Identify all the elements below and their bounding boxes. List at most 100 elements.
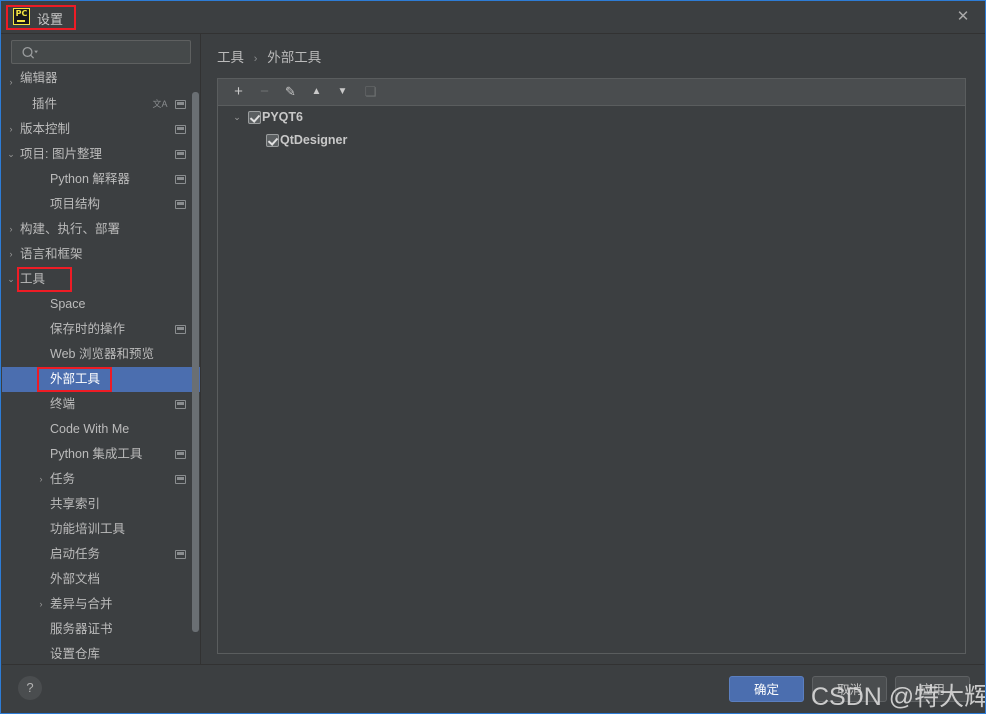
pycharm-logo-underline	[17, 20, 25, 22]
sidebar-item-21[interactable]: › 差异与合并	[2, 592, 200, 617]
sidebar-item-6[interactable]: › 构建、执行、部署	[2, 217, 200, 242]
project-scope-icon	[175, 475, 186, 484]
sidebar-item-20[interactable]: 外部文档	[2, 567, 200, 592]
sidebar-item-label: 共享索引	[50, 497, 101, 511]
sidebar-item-label: 外部文档	[50, 572, 101, 586]
project-scope-icon	[175, 175, 186, 184]
external-tools-panel: + − ✎ ▲ ▼ ❏ ⌄ PYQT6 QtDesigner	[217, 78, 966, 654]
breadcrumb-separator-icon: ›	[253, 53, 258, 65]
sidebar-item-18[interactable]: 功能培训工具	[2, 517, 200, 542]
sidebar-item-5[interactable]: 项目结构	[2, 192, 200, 217]
remove-button: −	[260, 83, 269, 100]
sidebar-item-label: 项目结构	[50, 197, 101, 211]
sidebar-item-label: 服务器证书	[50, 622, 113, 636]
sidebar-item-12[interactable]: 外部工具	[2, 367, 200, 392]
settings-main-panel: 工具 › 外部工具 ← → +−✎▲▼❏ ⌄PYQT6QtDesigner	[201, 34, 984, 666]
tool-label: PYQT6	[262, 110, 303, 124]
chevron-down-icon[interactable]: ⌄	[4, 267, 18, 292]
tool-checkbox[interactable]	[266, 134, 279, 147]
sidebar-item-label: 差异与合并	[50, 597, 113, 611]
sidebar-item-10[interactable]: 保存时的操作	[2, 317, 200, 342]
sidebar-item-label: Python 集成工具	[50, 447, 143, 461]
move-down-button[interactable]: ▼	[332, 82, 353, 102]
title-bar: PC 设置 ✕	[1, 1, 985, 34]
chevron-right-icon[interactable]: ›	[34, 592, 48, 617]
sidebar-item-label: 语言和框架	[20, 247, 83, 261]
sidebar-item-16[interactable]: › 任务	[2, 467, 200, 492]
tool-tree-row[interactable]: QtDesigner	[218, 129, 965, 152]
project-scope-icon	[175, 550, 186, 559]
sidebar-item-label: Code With Me	[50, 422, 130, 436]
breadcrumb-parent[interactable]: 工具	[217, 50, 244, 65]
breadcrumb-current: 外部工具	[267, 50, 322, 65]
project-scope-icon	[175, 325, 186, 334]
sidebar-item-label: 构建、执行、部署	[20, 222, 121, 236]
sidebar-item-13[interactable]: 终端	[2, 392, 200, 417]
sidebar-item-11[interactable]: Web 浏览器和预览	[2, 342, 200, 367]
sidebar-item-15[interactable]: Python 集成工具	[2, 442, 200, 467]
pycharm-logo-text: PC	[15, 9, 28, 18]
sidebar-item-label: 插件	[32, 97, 58, 111]
dialog-button-bar: ? 确定 取消 应用	[2, 664, 984, 712]
sidebar-item-label: 外部工具	[50, 372, 101, 386]
external-tools-tree[interactable]: ⌄ PYQT6 QtDesigner	[218, 106, 965, 653]
sidebar-item-23[interactable]: 设置仓库	[2, 642, 200, 666]
sidebar-item-label: 工具	[20, 272, 46, 286]
tool-tree-row[interactable]: ⌄ PYQT6	[218, 106, 965, 129]
edit-button[interactable]: ✎	[280, 82, 301, 102]
sidebar-item-label: 设置仓库	[50, 647, 101, 661]
help-button[interactable]: ?	[18, 676, 42, 700]
sidebar-item-0[interactable]: › 编辑器	[2, 70, 200, 92]
sidebar-item-label: 任务	[50, 472, 76, 486]
project-scope-icon	[175, 400, 186, 409]
settings-sidebar: › 编辑器 插件 文A › 版本控制 ⌄ 项目: 图片整理 Python 解释器 项目结构 › 构建、…	[2, 34, 201, 666]
project-scope-icon	[175, 100, 186, 109]
sidebar-item-label: 终端	[50, 397, 76, 411]
chevron-down-icon[interactable]: ⌄	[230, 106, 244, 129]
sidebar-item-label: 启动任务	[50, 547, 101, 561]
sidebar-item-7[interactable]: › 语言和框架	[2, 242, 200, 267]
sidebar-item-3[interactable]: ⌄ 项目: 图片整理	[2, 142, 200, 167]
sidebar-item-2[interactable]: › 版本控制	[2, 117, 200, 142]
external-tools-toolbar: + − ✎ ▲ ▼ ❏	[218, 79, 965, 106]
project-scope-icon	[175, 125, 186, 134]
sidebar-item-label: 项目: 图片整理	[20, 147, 102, 161]
chevron-down-icon[interactable]: ⌄	[4, 142, 18, 167]
sidebar-item-1[interactable]: 插件 文A	[2, 92, 200, 117]
sidebar-item-9[interactable]: Space	[2, 292, 200, 317]
chevron-right-icon[interactable]: ›	[34, 467, 48, 492]
project-scope-icon	[175, 150, 186, 159]
sidebar-item-4[interactable]: Python 解释器	[2, 167, 200, 192]
sidebar-item-19[interactable]: 启动任务	[2, 542, 200, 567]
project-scope-icon	[175, 450, 186, 459]
move-up-button[interactable]: ▲	[306, 82, 327, 102]
sidebar-item-8[interactable]: ⌄ 工具	[2, 267, 200, 292]
search-icon	[22, 46, 38, 59]
search-input[interactable]	[42, 44, 188, 62]
breadcrumb: 工具 › 外部工具	[217, 46, 321, 66]
sidebar-item-label: 保存时的操作	[50, 322, 126, 336]
translate-icon[interactable]: 文A	[152, 97, 168, 112]
chevron-right-icon[interactable]: ›	[4, 217, 18, 242]
pycharm-logo: PC	[13, 8, 30, 25]
window-title: 设置	[37, 12, 64, 27]
settings-category-tree[interactable]: › 编辑器 插件 文A › 版本控制 ⌄ 项目: 图片整理 Python 解释器 项目结构 › 构建、…	[2, 70, 200, 666]
apply-button[interactable]: 应用	[895, 676, 970, 702]
chevron-right-icon[interactable]: ›	[4, 242, 18, 267]
sidebar-item-label: 编辑器	[20, 71, 58, 85]
add-button[interactable]: +	[228, 82, 249, 102]
sidebar-scrollbar[interactable]	[192, 92, 199, 632]
sidebar-item-label: Space	[50, 297, 86, 311]
cancel-button[interactable]: 取消	[812, 676, 887, 702]
settings-dialog: PC 设置 ✕ › 编辑器 插件 文A › 版本控制 ⌄ 项目: 图片整理 Python 解释器…	[0, 0, 986, 714]
copy-button: ❏	[364, 84, 377, 99]
sidebar-item-17[interactable]: 共享索引	[2, 492, 200, 517]
close-icon[interactable]: ✕	[953, 7, 973, 27]
search-box[interactable]	[11, 40, 191, 64]
project-scope-icon	[175, 200, 186, 209]
sidebar-item-22[interactable]: 服务器证书	[2, 617, 200, 642]
chevron-right-icon[interactable]: ›	[4, 117, 18, 142]
ok-button[interactable]: 确定	[729, 676, 804, 702]
sidebar-item-14[interactable]: Code With Me	[2, 417, 200, 442]
tool-checkbox[interactable]	[248, 111, 261, 124]
